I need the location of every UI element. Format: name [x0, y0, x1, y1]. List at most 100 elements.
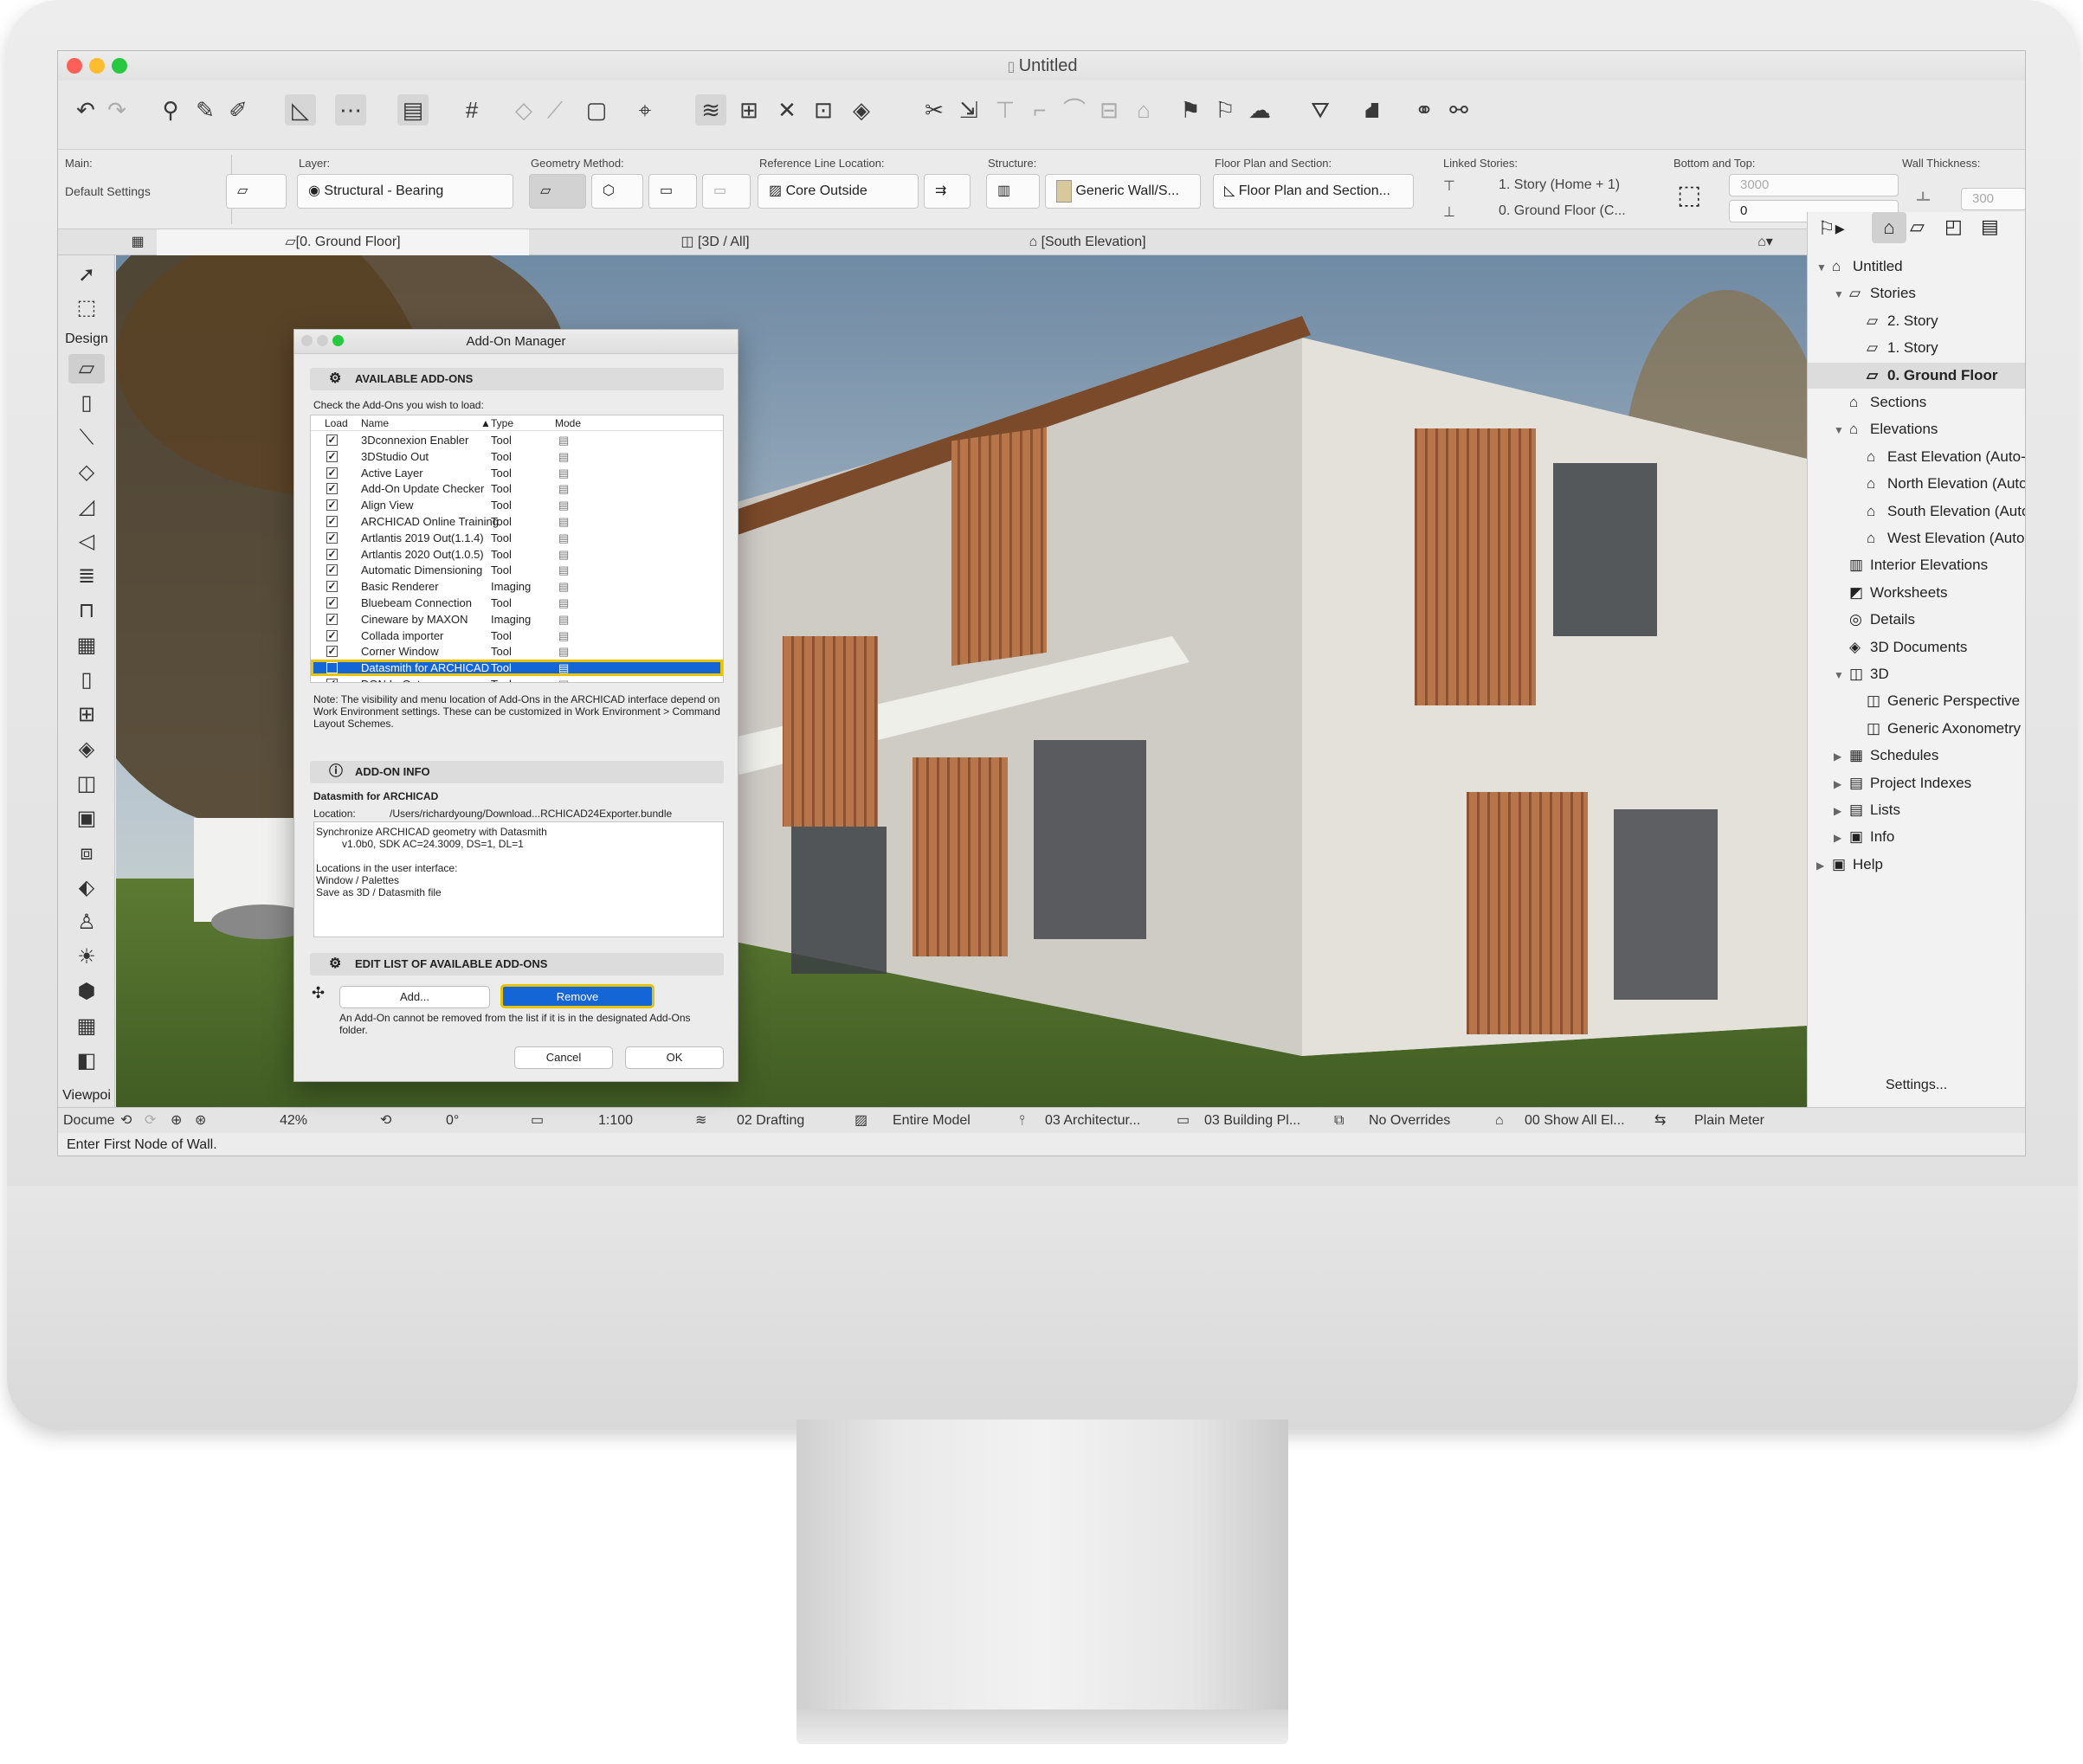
gravity-icon[interactable]: ◇ — [508, 94, 539, 126]
addon-row[interactable]: ✓ Collada importer Tool ▤ — [311, 628, 723, 644]
load-checkbox[interactable]: ✓ — [326, 435, 338, 446]
marquee-tool-icon[interactable]: ⬚ — [68, 293, 105, 323]
tab-3d[interactable]: ◫ [3D / All] — [529, 229, 901, 255]
mvo-value[interactable]: 03 Building Pl... — [1204, 1108, 1300, 1134]
col-name[interactable]: Name — [361, 415, 389, 431]
pen-set-value[interactable]: 03 Architectur... — [1045, 1108, 1140, 1134]
dimension-icon[interactable]: ⇆ — [1654, 1108, 1666, 1134]
addon-row[interactable]: ✓ Basic Renderer Imaging ▤ — [311, 578, 723, 595]
mesh-tool-icon[interactable]: ⧈ — [68, 839, 105, 868]
col-load[interactable]: Load — [325, 415, 348, 431]
split-icon[interactable]: ✂ — [919, 94, 950, 126]
curve-icon[interactable]: ⌒ — [1059, 94, 1090, 126]
nav-item[interactable]: ⌂ Sections — [1834, 389, 2019, 415]
teamwork-icon[interactable]: ⚭ — [1409, 94, 1440, 126]
window-tool-icon[interactable]: ⊞ — [68, 700, 105, 730]
pick-up-parameters-icon[interactable]: ⚲ — [155, 94, 186, 126]
load-checkbox[interactable]: ✓ — [326, 679, 338, 682]
model-value[interactable]: Entire Model — [893, 1108, 971, 1134]
addon-info-header[interactable]: ⓘ ADD-ON INFO — [310, 761, 724, 783]
send-receive-icon[interactable]: ⚯ — [1443, 94, 1474, 126]
tracker-icon[interactable]: ▤ — [397, 94, 429, 126]
fillet-icon[interactable]: ⌐ — [1024, 94, 1055, 126]
dimension-icon[interactable]: ⊞ — [733, 94, 764, 126]
addon-row[interactable]: ✓ Align View Tool ▤ — [311, 497, 723, 513]
arrow-tool-icon[interactable]: ➚ — [68, 261, 105, 290]
grid-snap-icon[interactable]: # — [456, 94, 487, 126]
nav-item[interactable]: ◩ Worksheets — [1834, 580, 2019, 606]
inject-parameters-icon[interactable]: ✐ — [222, 94, 254, 126]
tab-ground-floor[interactable]: ▱[0. Ground Floor] — [157, 229, 529, 255]
floorplan-field[interactable]: ◺ Floor Plan and Section... — [1213, 174, 1414, 209]
beam-tool-icon[interactable]: ⟍ — [68, 423, 105, 453]
nav-item[interactable]: ▶ ▤ Project Indexes — [1834, 770, 2019, 796]
eyedropper-icon[interactable]: ✎ — [190, 94, 221, 126]
addon-row[interactable]: Datasmith for ARCHICAD Tool ▤ — [311, 660, 723, 677]
load-checkbox[interactable]: ✓ — [326, 483, 338, 495]
load-checkbox[interactable]: ✓ — [326, 646, 338, 658]
load-checkbox[interactable]: ✓ — [326, 450, 338, 462]
nav-item[interactable]: ◈ 3D Documents — [1834, 634, 2019, 660]
col-type[interactable]: Type — [491, 415, 513, 431]
tree-arrow-icon[interactable]: ▶ — [1834, 771, 1849, 797]
nav-item[interactable]: ▼ ▱ Stories — [1834, 280, 2019, 306]
top-value-field[interactable]: 3000 — [1729, 174, 1899, 196]
tree-arrow-icon[interactable]: ▶ — [1834, 825, 1849, 851]
override-icon[interactable]: ⧉ — [1334, 1108, 1344, 1134]
nav-item[interactable]: ▶ ▣ Help — [1816, 852, 2019, 878]
zoom-value[interactable]: 42% — [280, 1108, 307, 1134]
close-window-button[interactable] — [67, 58, 82, 74]
nav-item[interactable]: ▼ ⌂ Untitled — [1816, 254, 2019, 280]
shell-tool-icon[interactable]: ◁ — [68, 527, 105, 557]
layer-settings-icon[interactable]: ≋ — [695, 94, 726, 126]
tab-overview-icon[interactable]: ▦ — [120, 229, 155, 255]
publisher-sets-tab-icon[interactable]: ▤ — [1981, 216, 1999, 238]
tab-south-elevation[interactable]: ⌂ [South Elevation] — [901, 229, 1274, 255]
load-checkbox[interactable]: ✓ — [326, 613, 338, 625]
undo-icon[interactable]: ↶ — [70, 94, 101, 126]
load-checkbox[interactable]: ✓ — [326, 597, 338, 608]
mvo-icon[interactable]: ▭ — [1177, 1108, 1190, 1134]
lamp-tool-icon[interactable]: ☀ — [68, 943, 105, 972]
lock-icon[interactable]: ⌖ — [629, 94, 661, 126]
addon-row[interactable]: ✓ Artlantis 2019 Out(1.1.4) Tool ▤ — [311, 530, 723, 546]
tree-arrow-icon[interactable]: ▶ — [1834, 798, 1849, 824]
dialog-close-button[interactable] — [301, 335, 313, 346]
redo-zoom-icon[interactable]: ⟳ — [145, 1108, 156, 1134]
guide-lines-icon[interactable]: ◺ — [285, 94, 316, 126]
main-value[interactable]: Default Settings — [65, 184, 151, 198]
rotate-icon[interactable]: ⟲ — [380, 1108, 391, 1134]
ok-button[interactable]: OK — [625, 1046, 724, 1069]
tree-arrow-icon[interactable]: ▼ — [1816, 254, 1832, 280]
remove-button[interactable]: Remove — [500, 984, 655, 1008]
render-icon[interactable]: ⛘ — [1357, 94, 1388, 126]
nav-item[interactable]: ▼ ⌂ Elevations — [1834, 416, 2019, 442]
refline-field[interactable]: ▨ Core Outside — [758, 174, 919, 209]
skylight-tool-icon[interactable]: ◈ — [68, 735, 105, 764]
addon-row[interactable]: ✓ Corner Window Tool ▤ — [311, 643, 723, 660]
nav-item[interactable]: ▱ 0. Ground Floor — [1808, 362, 2025, 389]
dialog-minimize-button[interactable] — [317, 335, 328, 346]
addon-row[interactable]: ✓ Artlantis 2020 Out(1.0.5) Tool ▤ — [311, 546, 723, 563]
layer-field[interactable]: ◉ Structural - Bearing — [297, 174, 513, 209]
cursor-snap-icon[interactable]: ⟋ — [539, 94, 571, 126]
nav-item[interactable]: ◫ Generic Perspective — [1851, 688, 2020, 714]
nav-item[interactable]: ▥ Interior Elevations — [1834, 552, 2019, 578]
load-checkbox[interactable]: ✓ — [326, 516, 338, 527]
nav-item[interactable]: ▶ ▤ Lists — [1834, 797, 2019, 823]
adjust-icon[interactable]: ⇲ — [953, 94, 984, 126]
linked-bottom-value[interactable]: 0. Ground Floor (C... — [1499, 203, 1626, 219]
linked-top-value[interactable]: 1. Story (Home + 1) — [1499, 177, 1620, 193]
load-checkbox[interactable]: ✓ — [326, 548, 338, 560]
tree-arrow-icon[interactable]: ▼ — [1834, 417, 1849, 443]
addon-row[interactable]: ✓ 3DStudio Out Tool ▤ — [311, 448, 723, 465]
nav-item[interactable]: ▶ ▦ Schedules — [1834, 743, 2019, 769]
addon-row[interactable]: ✓ Cineware by MAXON Imaging ▤ — [311, 611, 723, 628]
nav-item[interactable]: ⌂ North Elevation (Auto — [1851, 471, 2025, 497]
pen-icon[interactable]: ⫯ — [1019, 1108, 1025, 1134]
addon-row[interactable]: ✓ Bluebeam Connection Tool ▤ — [311, 595, 723, 611]
project-map-icon[interactable]: ⚐▸ — [1818, 217, 1845, 240]
section-tool-icon[interactable]: ◧ — [68, 1046, 105, 1076]
dimension-value[interactable]: Plain Meter — [1694, 1108, 1764, 1134]
renovation-value[interactable]: 00 Show All El... — [1525, 1108, 1625, 1134]
